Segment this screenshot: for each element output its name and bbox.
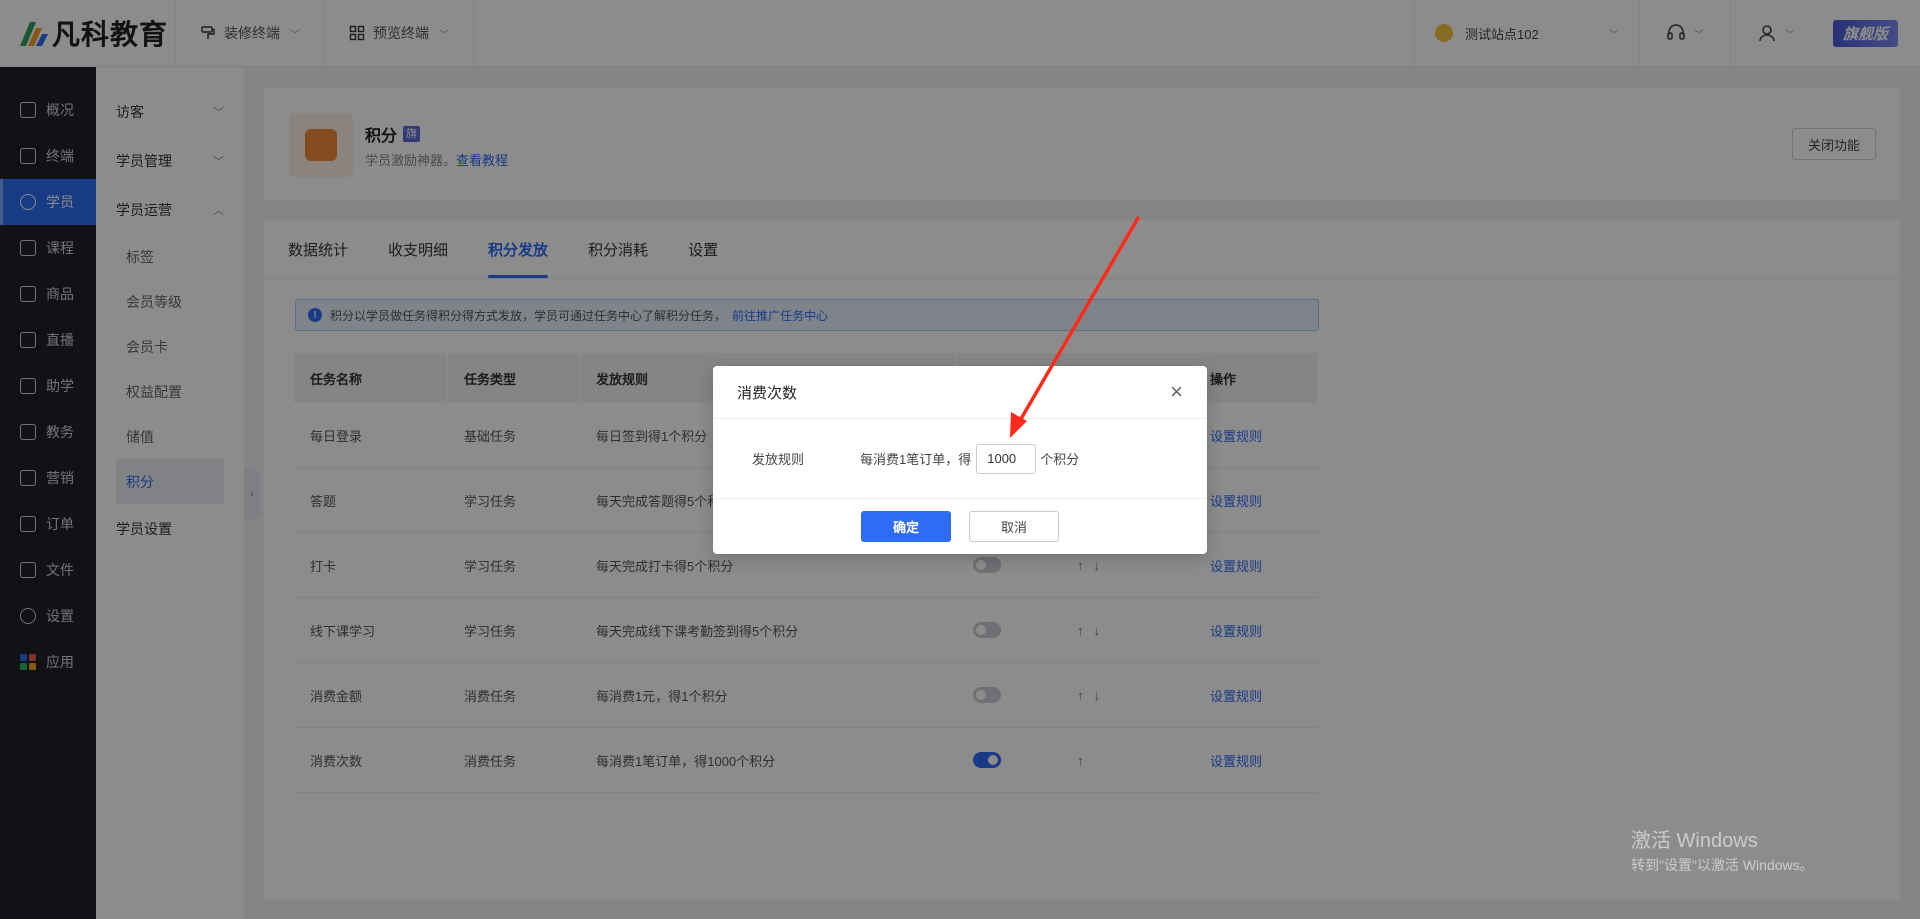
watermark-line1: 激活 Windows bbox=[1631, 830, 1758, 852]
consumption-count-dialog: 消费次数 × 发放规则 每消费1笔订单，得 个积分 确定 取消 bbox=[713, 366, 1207, 554]
rule-suffix: 个积分 bbox=[1040, 452, 1080, 467]
cancel-button[interactable]: 取消 bbox=[969, 510, 1059, 542]
dialog-body: 发放规则 每消费1笔订单，得 个积分 bbox=[713, 419, 1207, 499]
dialog-footer: 确定 取消 bbox=[713, 499, 1207, 553]
close-icon[interactable]: × bbox=[1170, 381, 1183, 403]
rule-label: 发放规则 bbox=[752, 452, 805, 467]
dialog-header: 消费次数 × bbox=[713, 366, 1207, 419]
windows-activation-watermark: 激活 Windows 转到"设置"以激活 Windows。 bbox=[1631, 824, 1814, 875]
watermark-line2: 转到"设置"以激活 Windows。 bbox=[1631, 857, 1814, 873]
confirm-button[interactable]: 确定 bbox=[861, 510, 951, 542]
rule-prefix: 每消费1笔订单，得 bbox=[860, 452, 972, 467]
points-value-input[interactable] bbox=[976, 443, 1037, 474]
dialog-title: 消费次数 bbox=[737, 384, 798, 402]
